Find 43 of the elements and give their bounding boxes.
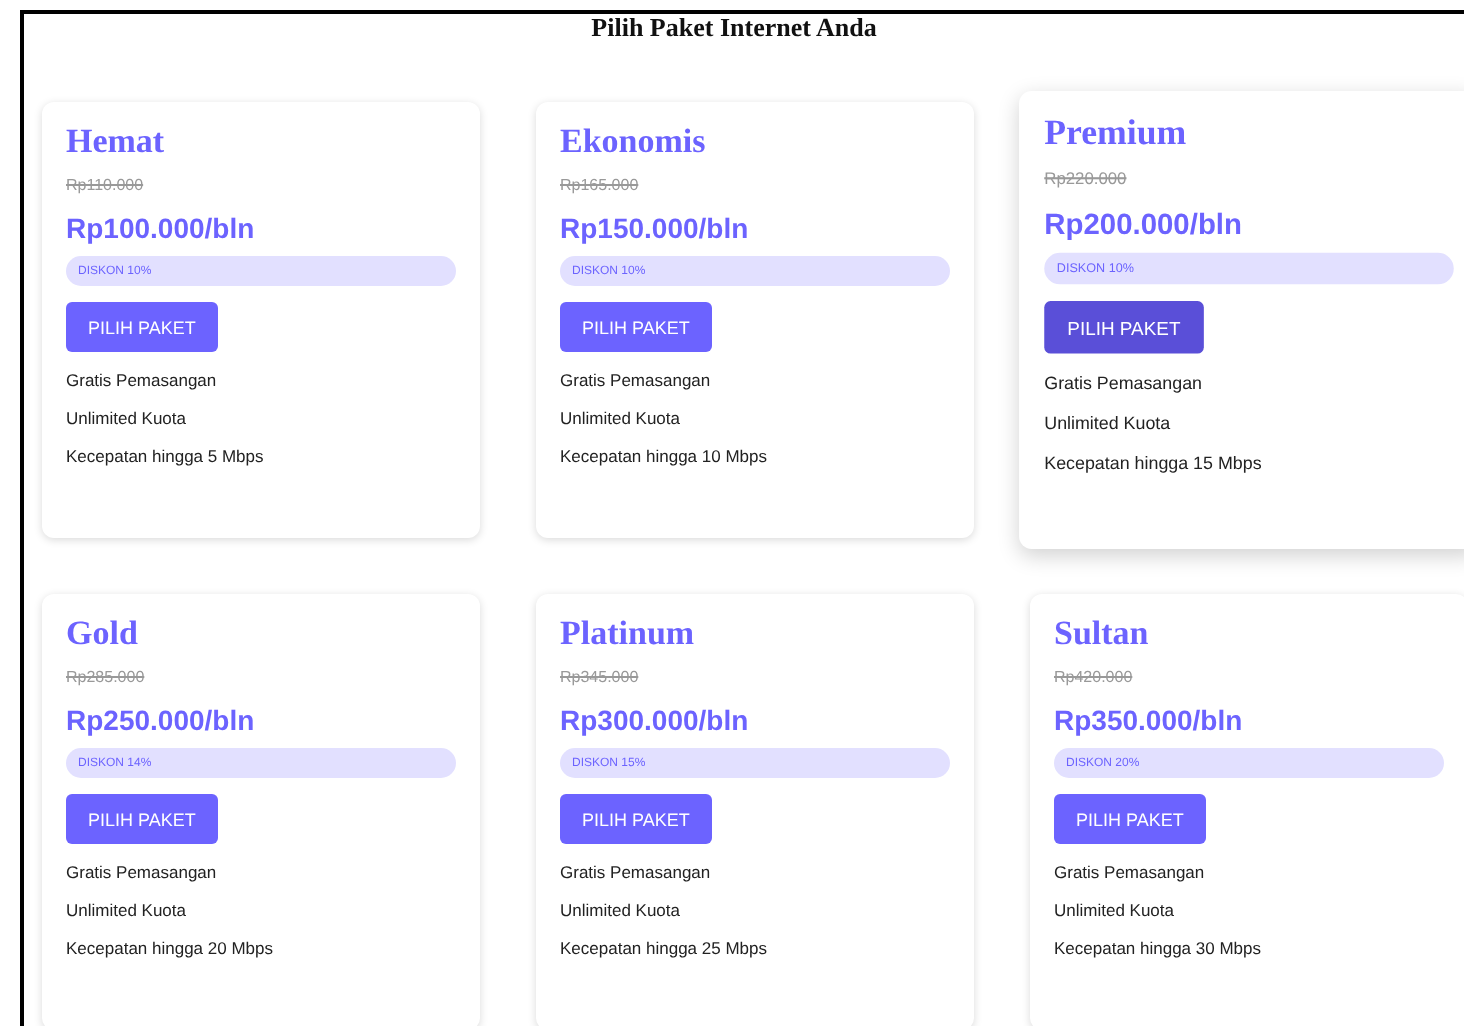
feature-text: Gratis Pemasangan [560,372,711,390]
plan-price: Rp150.000/bln [560,212,749,244]
feature-text: Unlimited Kuota [1044,414,1171,434]
plan-price: Rp100.000/bln [66,212,255,244]
plan-name: Gold [66,614,138,654]
feature-text: Kecepatan hingga 25 Mbps [560,940,767,958]
feature-text: Gratis Pemasangan [1054,864,1205,882]
feature-text: Gratis Pemasangan [66,372,217,390]
choose-plan-button[interactable]: PILIH PAKET [560,302,712,352]
choose-plan-button[interactable]: PILIH PAKET [1044,301,1204,354]
plan-name: Platinum [560,614,695,654]
feature-text: Kecepatan hingga 10 Mbps [560,448,767,466]
page-title: Pilih Paket Internet Anda [589,14,879,42]
plan-name: Premium [1044,112,1187,155]
plan-price: Rp300.000/bln [560,704,749,736]
plan-name: Sultan [1054,614,1149,654]
original-price: Rp220.000 [1044,168,1127,188]
choose-plan-button[interactable]: PILIH PAKET [66,302,218,352]
choose-plan-button[interactable]: PILIH PAKET [66,794,218,844]
feature-text: Unlimited Kuota [66,902,187,920]
choose-plan-button[interactable]: PILIH PAKET [560,794,712,844]
feature-text: Gratis Pemasangan [560,864,711,882]
feature-text: Gratis Pemasangan [66,864,217,882]
original-price: Rp420.000 [1054,668,1133,686]
feature-text: Unlimited Kuota [560,902,681,920]
feature-text: Gratis Pemasangan [1044,374,1202,394]
plan-name: Ekonomis [560,122,706,162]
feature-text: Kecepatan hingga 15 Mbps [1044,454,1262,474]
feature-text: Kecepatan hingga 5 Mbps [66,448,264,466]
original-price: Rp110.000 [66,176,144,194]
feature-text: Unlimited Kuota [66,410,187,428]
feature-text: Unlimited Kuota [1054,902,1175,920]
feature-text: Kecepatan hingga 30 Mbps [1054,940,1261,958]
original-price: Rp345.000 [560,668,639,686]
original-price: Rp285.000 [66,668,145,686]
feature-text: Kecepatan hingga 20 Mbps [66,940,273,958]
choose-plan-button[interactable]: PILIH PAKET [1054,794,1206,844]
feature-text: Unlimited Kuota [560,410,681,428]
plan-name: Hemat [66,122,165,162]
original-price: Rp165.000 [560,176,639,194]
plan-price: Rp200.000/bln [1044,206,1242,241]
plan-price: Rp250.000/bln [66,704,255,736]
plan-price: Rp350.000/bln [1054,704,1243,736]
